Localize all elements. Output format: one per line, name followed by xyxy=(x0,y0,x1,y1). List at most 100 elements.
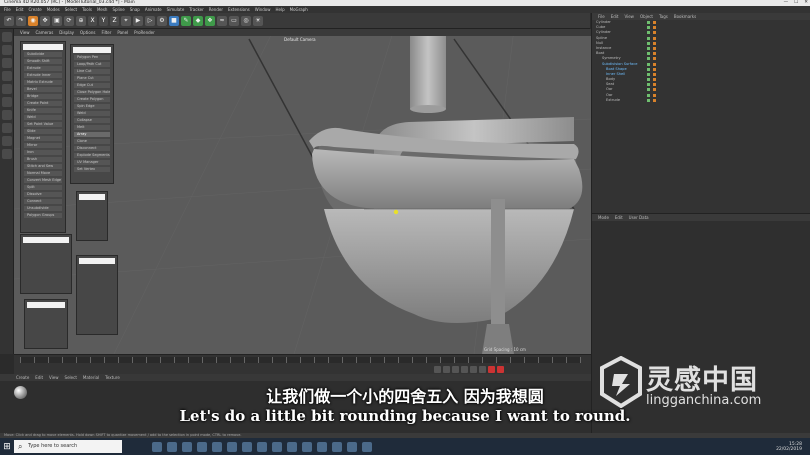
object-menu-item[interactable]: Bookmarks xyxy=(674,13,696,20)
windows-start-icon[interactable]: ⊞ xyxy=(0,438,14,455)
popup-tool-item[interactable]: Clone xyxy=(74,139,110,144)
popup-command-item[interactable]: Smooth Shift xyxy=(24,59,62,64)
material-tag-icon[interactable] xyxy=(653,57,656,61)
popup-command-item[interactable]: Iron xyxy=(24,150,62,155)
media-player-icon[interactable] xyxy=(317,441,327,452)
popup-command-item[interactable]: Weld xyxy=(24,115,62,120)
make-editable-icon[interactable] xyxy=(2,32,12,42)
settings-icon[interactable] xyxy=(347,441,357,452)
viewport-menu-item[interactable]: Cameras xyxy=(36,29,54,36)
render-settings-icon[interactable]: ⚙ xyxy=(157,15,167,26)
previous-key-icon[interactable] xyxy=(443,366,450,373)
popup-tool-item[interactable]: Weld xyxy=(74,111,110,116)
edge-mode-icon[interactable] xyxy=(2,84,12,94)
popup-tool-item[interactable]: Collapse xyxy=(74,118,110,123)
popup-command-item[interactable]: Unsubdivide xyxy=(24,206,62,211)
recent-tools-icon[interactable]: ⊕ xyxy=(76,15,86,26)
popup-tool-item[interactable]: Line Cut xyxy=(74,69,110,74)
cloner-icon[interactable]: ❖ xyxy=(205,15,215,26)
point-mode-icon[interactable] xyxy=(2,71,12,81)
material-tag-icon[interactable] xyxy=(653,93,656,97)
visibility-check-icon[interactable] xyxy=(647,67,650,71)
undo-icon[interactable]: ↶ xyxy=(4,15,14,26)
viewport-menu-item[interactable]: ProRender xyxy=(134,29,155,36)
popup-tool-item[interactable]: Plane Cut xyxy=(74,76,110,81)
object-menu-item[interactable]: File xyxy=(598,13,605,20)
move-tool-icon[interactable]: ✥ xyxy=(40,15,50,26)
visibility-check-icon[interactable] xyxy=(647,62,650,66)
material-menu-item[interactable]: Texture xyxy=(105,374,120,381)
popup-tool-item[interactable]: Melt xyxy=(74,125,110,130)
material-tag-icon[interactable] xyxy=(653,46,656,50)
menu-item[interactable]: MoGraph xyxy=(290,6,308,13)
live-selection-icon[interactable]: ◉ xyxy=(28,15,38,26)
snap-icon[interactable] xyxy=(2,123,12,133)
menu-item[interactable]: Edit xyxy=(16,6,24,13)
menu-item[interactable]: Modes xyxy=(47,6,60,13)
menu-item[interactable]: Mesh xyxy=(97,6,108,13)
photoshop-icon[interactable] xyxy=(212,441,222,452)
popup-command-item[interactable]: Bevel xyxy=(24,87,62,92)
obs-icon[interactable] xyxy=(362,441,372,452)
timeline-ruler[interactable] xyxy=(20,357,581,363)
popup-command-item[interactable]: Create Point xyxy=(24,101,62,106)
object-menu-item[interactable]: View xyxy=(624,13,634,20)
popup-tool-item[interactable]: Create Polygon xyxy=(74,97,110,102)
mail-icon[interactable] xyxy=(272,441,282,452)
visibility-check-icon[interactable] xyxy=(647,26,650,30)
popup-command-item[interactable]: Magnet xyxy=(24,136,62,141)
viewport-menu-item[interactable]: View xyxy=(20,29,30,36)
popup-command-item[interactable]: Stitch and Sew xyxy=(24,164,62,169)
object-list-item[interactable]: Extrude xyxy=(592,98,810,103)
popup-tool-item[interactable]: Polygon Pen xyxy=(74,55,110,60)
menu-item[interactable]: Help xyxy=(276,6,285,13)
rotate-tool-icon[interactable]: ⟳ xyxy=(64,15,74,26)
explorer-icon[interactable] xyxy=(182,441,192,452)
popup-tool-item[interactable]: Loop/Path Cut xyxy=(74,62,110,67)
pen-spline-icon[interactable]: ✎ xyxy=(181,15,191,26)
premiere-icon[interactable] xyxy=(242,441,252,452)
polygon-mode-icon[interactable] xyxy=(2,97,12,107)
material-tag-icon[interactable] xyxy=(653,52,656,56)
visibility-check-icon[interactable] xyxy=(647,31,650,35)
popup-tool-item[interactable]: UV Manager xyxy=(74,160,110,165)
system-clock[interactable]: 15:28 22/02/2019 xyxy=(776,442,810,452)
material-tag-icon[interactable] xyxy=(653,72,656,76)
menu-item[interactable]: Window xyxy=(255,6,271,13)
menu-item[interactable]: Tools xyxy=(82,6,92,13)
workplane-icon[interactable] xyxy=(2,136,12,146)
material-menu-item[interactable]: Select xyxy=(65,374,77,381)
after-effects-icon[interactable] xyxy=(227,441,237,452)
popup-command-item[interactable]: Bridge xyxy=(24,94,62,99)
selection-point[interactable] xyxy=(393,209,399,215)
attribute-menu-item[interactable]: Edit xyxy=(615,214,623,221)
visibility-check-icon[interactable] xyxy=(647,36,650,40)
material-menu-item[interactable]: Create xyxy=(16,374,29,381)
popup-tool-item[interactable]: Array xyxy=(74,132,110,137)
material-menu-item[interactable]: Edit xyxy=(35,374,43,381)
menu-item[interactable]: File xyxy=(4,6,11,13)
floor-icon[interactable]: ▭ xyxy=(229,15,239,26)
viewport-menu-item[interactable]: Options xyxy=(80,29,95,36)
play-forward-icon[interactable] xyxy=(461,366,468,373)
popup-tool-item[interactable]: Spin Edge xyxy=(74,104,110,109)
viewport-menu-item[interactable]: Filter xyxy=(101,29,111,36)
menu-item[interactable]: Extensions xyxy=(228,6,250,13)
object-menu-item[interactable]: Object xyxy=(640,13,653,20)
popup-command-item[interactable]: Extrude Inner xyxy=(24,73,62,78)
menu-item[interactable]: Render xyxy=(209,6,223,13)
material-tag-icon[interactable] xyxy=(653,31,656,35)
3d-viewport[interactable]: View Cameras Display Options Filter Panel ProR… xyxy=(14,29,591,354)
taskbar-search-input[interactable]: Type here to search xyxy=(14,440,122,453)
material-tag-icon[interactable] xyxy=(653,21,656,24)
popup-tool-item[interactable]: Close Polygon Hole xyxy=(74,90,110,95)
camera-icon[interactable]: ◎ xyxy=(241,15,251,26)
texture-mode-icon[interactable] xyxy=(2,58,12,68)
material-tag-icon[interactable] xyxy=(653,62,656,66)
menu-item[interactable]: Create xyxy=(28,6,41,13)
viewport-menu-item[interactable]: Panel xyxy=(117,29,128,36)
viewport-menu-item[interactable]: Display xyxy=(59,29,74,36)
popup-command-item[interactable]: Subdivide xyxy=(24,52,62,57)
x-axis-toggle[interactable]: X xyxy=(88,15,97,26)
subdivision-surface-icon[interactable]: ◆ xyxy=(193,15,203,26)
